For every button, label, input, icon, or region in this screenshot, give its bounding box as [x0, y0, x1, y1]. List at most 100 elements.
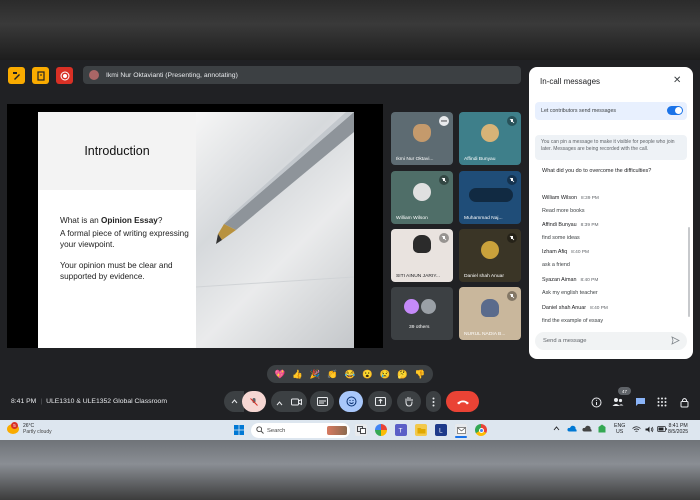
mail-icon[interactable] [455, 424, 467, 436]
chat-message: Daniel shah Anuar 8:40 PM find the exampl… [542, 296, 682, 324]
teams-icon[interactable]: T [395, 424, 407, 436]
captions-button[interactable] [310, 391, 334, 412]
meeting-separator: | [40, 398, 43, 405]
taskbar-search-placeholder: Search [267, 427, 286, 434]
participant-avatar [413, 183, 431, 201]
participant-name: SITI AINUN JARIY... [396, 274, 440, 279]
presenting-banner: Ikmi Nur Oktavianti (Presenting, annotat… [83, 66, 521, 84]
participant-name: Daniel shah Anuar [464, 274, 504, 279]
reactions-bar: 💖 👍 🎉 👏 😂 😮 😢 🤔 👎 [267, 365, 433, 383]
participant-tile[interactable]: SITI AINUN JARIY... [391, 229, 453, 282]
laugh-reaction-button[interactable]: 😂 [345, 369, 356, 380]
surprised-reaction-button[interactable]: 😮 [362, 369, 373, 380]
participant-name: Ikmi Nur Oktavi... [396, 157, 434, 162]
pin-info-note: You can pin a message to make it visible… [535, 135, 687, 160]
camera-options-chevron-icon[interactable] [276, 393, 283, 411]
participant-tile-presenter[interactable]: Ikmi Nur Oktavi... [391, 112, 453, 165]
language-indicator[interactable]: ENG US [614, 423, 625, 435]
camera-off-button[interactable] [291, 393, 302, 411]
others-tile[interactable]: 39 others [391, 287, 453, 340]
message-sender: Izham Afiq [542, 249, 568, 255]
activities-grid-icon[interactable] [656, 396, 668, 408]
participant-video [481, 299, 499, 317]
message-time: 8:40 PM [590, 306, 608, 311]
meeting-details-info-icon[interactable] [590, 396, 602, 408]
annotate-tools-button[interactable] [32, 67, 49, 84]
onedrive-sync-icon[interactable] [582, 425, 592, 434]
thumbs-down-reaction-button[interactable]: 👎 [415, 369, 426, 380]
background-bottom [0, 440, 700, 500]
chat-message: Affindi Bunyau 8:39 PM find some ideas [542, 213, 682, 241]
send-message-input[interactable]: Send a message [535, 332, 687, 350]
file-explorer-icon[interactable] [415, 424, 427, 436]
sad-reaction-button[interactable]: 😢 [380, 369, 391, 380]
onedrive-cloud-icon[interactable] [567, 425, 577, 434]
raise-hand-button[interactable] [397, 391, 421, 412]
mic-options-chevron-icon[interactable] [224, 391, 244, 412]
camera-control-group [271, 391, 307, 412]
send-icon[interactable] [671, 336, 680, 347]
participant-tile[interactable]: Daniel shah Anuar [459, 229, 521, 282]
participant-tile[interactable]: Muhammad Naj... [459, 171, 521, 224]
message-sender: Daniel shah Anuar [542, 305, 587, 311]
mic-off-icon [439, 233, 449, 243]
participant-avatar [481, 124, 499, 142]
search-highlight-image [327, 426, 347, 435]
participant-name: Muhammad Naj... [464, 216, 503, 221]
message-time: 8:40 PM [580, 278, 599, 283]
recording-icon[interactable] [56, 67, 73, 84]
battery-icon[interactable] [657, 426, 667, 434]
others-avatar-1 [404, 299, 419, 314]
wifi-icon[interactable] [632, 426, 641, 435]
message-sender: Syazan Aiman [542, 277, 577, 283]
volume-icon[interactable] [645, 426, 654, 435]
slide-title: Introduction [84, 144, 150, 158]
participant-name: Affindi Bunyau [464, 157, 496, 162]
emoji-reactions-button[interactable] [339, 391, 363, 412]
panel-title: In-call messages [540, 77, 601, 86]
meeting-info: 8:41 PM | ULE1310 & ULE1352 Global Classro… [11, 398, 167, 405]
end-call-button[interactable] [446, 391, 479, 412]
thumbs-up-reaction-button[interactable]: 👍 [292, 369, 303, 380]
weather-alert-badge: 5 [11, 422, 18, 429]
contributors-toggle[interactable] [667, 106, 683, 115]
more-options-button[interactable] [426, 391, 441, 412]
windows-start-icon[interactable] [233, 424, 245, 436]
more-options-icon[interactable] [439, 116, 449, 126]
thinking-reaction-button[interactable]: 🤔 [397, 369, 408, 380]
chat-message: Syazan Aiman 8:40 PM Ask my english teach… [542, 268, 682, 296]
heart-reaction-button[interactable]: 💖 [274, 369, 285, 380]
meet-tray-icon[interactable] [598, 424, 606, 435]
people-icon[interactable] [612, 396, 624, 408]
close-icon[interactable]: ✕ [673, 75, 681, 86]
clap-reaction-button[interactable]: 👏 [327, 369, 338, 380]
mic-off-button[interactable] [242, 391, 266, 412]
chat-icon[interactable] [634, 396, 646, 408]
participant-video [413, 235, 431, 253]
l-app-icon[interactable]: L [435, 424, 447, 436]
others-avatar-2 [421, 299, 436, 314]
weather-condition: Partly cloudy [23, 429, 52, 435]
mic-off-icon [507, 175, 517, 185]
copilot-icon[interactable] [375, 424, 387, 436]
system-clock[interactable]: 8:41 PM 8/5/2025 [668, 423, 688, 435]
task-view-icon[interactable] [355, 424, 367, 436]
contributors-toggle-row: Let contributors send messages [535, 102, 687, 120]
presenting-label: Ikmi Nur Oktavianti (Presenting, annotat… [106, 71, 238, 79]
tile-toolbar [469, 188, 513, 202]
participants-count-badge: 47 [618, 387, 631, 395]
chat-message: Izham Afiq 8:40 PM ask a friend [542, 240, 682, 268]
show-hidden-icons-chevron-icon[interactable] [553, 426, 560, 433]
participant-tile[interactable]: William Wilson [391, 171, 453, 224]
party-reaction-button[interactable]: 🎉 [310, 369, 321, 380]
message-time: 8:39 PM [581, 196, 599, 201]
participant-tile[interactable]: Affindi Bunyau [459, 112, 521, 165]
message-time: 8:40 PM [571, 250, 590, 255]
participant-tile[interactable]: NURUL NADIA B... [459, 287, 521, 340]
taskbar-search-box[interactable]: Search [251, 423, 350, 438]
annotate-pen-button[interactable] [8, 67, 25, 84]
chrome-icon[interactable] [475, 424, 487, 436]
scrollbar[interactable] [688, 227, 690, 317]
present-screen-button[interactable] [368, 391, 392, 412]
host-controls-lock-icon[interactable] [678, 396, 690, 408]
